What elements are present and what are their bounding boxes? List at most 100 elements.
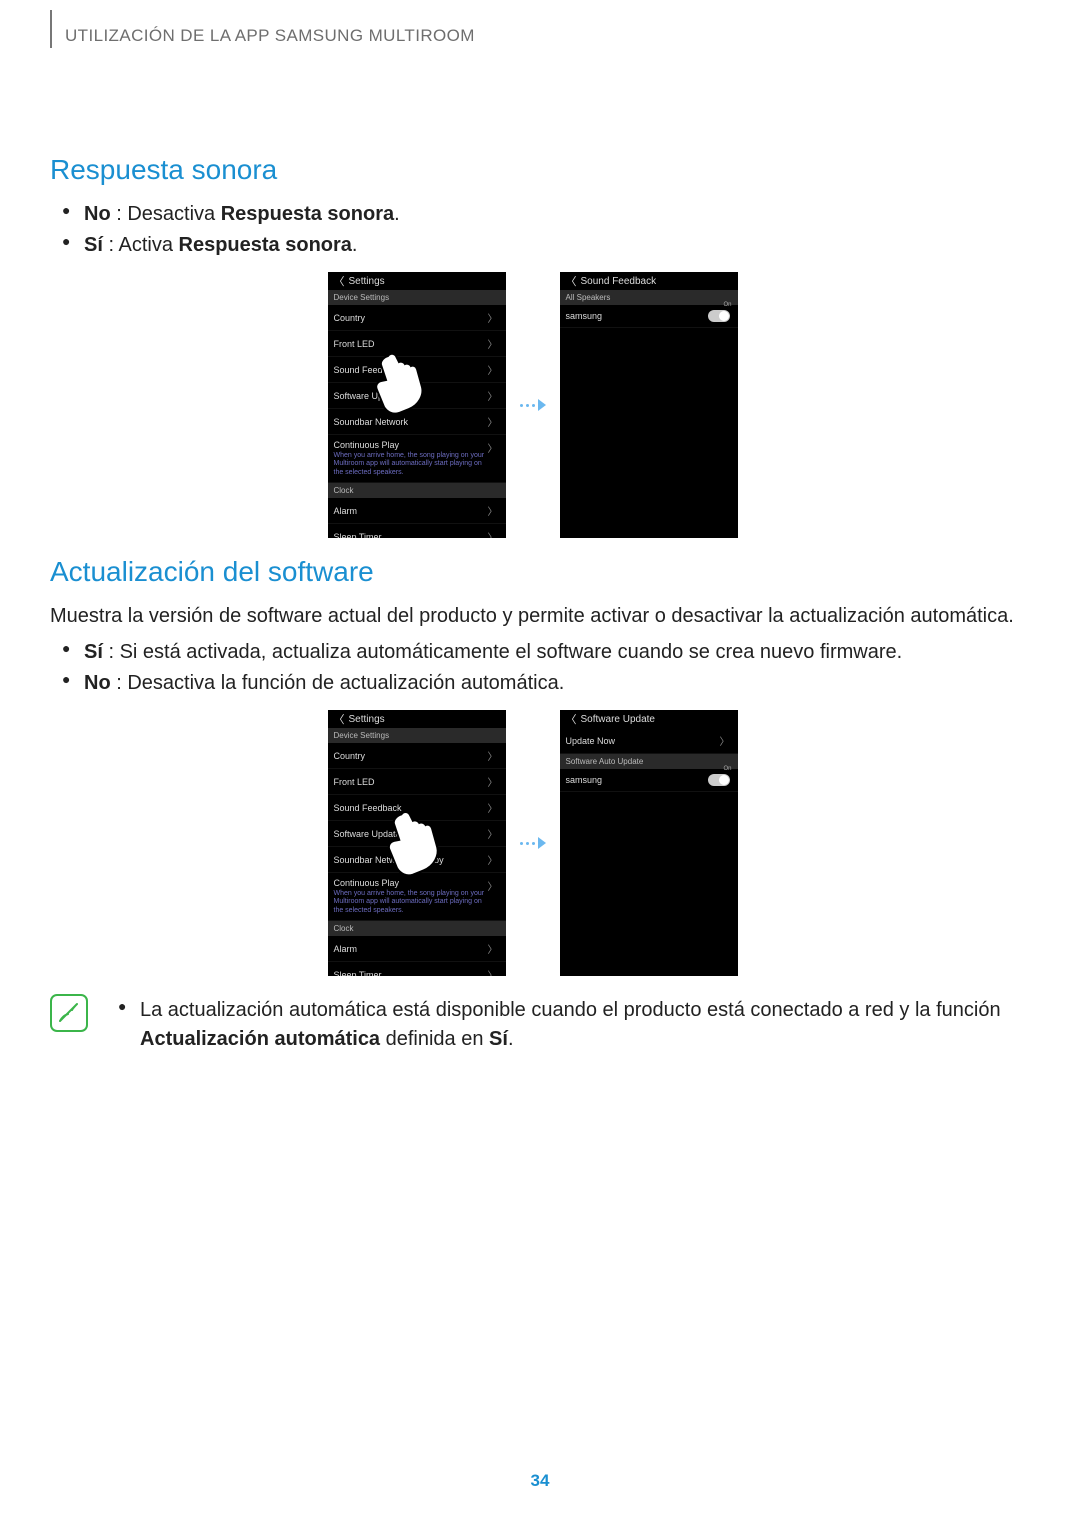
text: :: [111, 203, 128, 225]
phone-sound-feedback: 〈 Sound Feedback All Speakers samsung On: [560, 272, 738, 538]
row-update-now: Update Now〉: [560, 728, 738, 754]
list-item: La actualización automática está disponi…: [106, 996, 1015, 1054]
row-continuous-play: Continuous Play When you arrive home, th…: [328, 435, 506, 483]
chevron-right-icon: 〉: [488, 748, 498, 763]
text-bold: Respuesta sonora: [179, 234, 352, 256]
toggle-on-icon: On: [708, 310, 730, 322]
label-si: Sí: [84, 234, 103, 256]
chevron-left-icon: 〈: [566, 273, 577, 289]
phone-header: 〈 Settings: [328, 710, 506, 728]
heading-sound-feedback: Respuesta sonora: [50, 154, 1015, 186]
figure-software-update: 〈 Settings Device Settings Country〉 Front…: [50, 710, 1015, 976]
breadcrumb: UTILIZACIÓN DE LA APP SAMSUNG MULTIROOM: [65, 26, 475, 46]
chevron-left-icon: 〈: [566, 711, 577, 727]
row-speaker: samsung On: [560, 305, 738, 328]
chevron-right-icon: 〉: [488, 388, 498, 403]
label-si: Sí: [84, 641, 103, 663]
figure-sound-feedback: 〈 Settings Device Settings Country〉 Front…: [50, 272, 1015, 538]
text: .: [394, 203, 400, 225]
arrow-dots-icon: [520, 837, 546, 849]
row-front-led: Front LED〉: [328, 331, 506, 357]
chevron-right-icon: 〉: [488, 967, 498, 976]
phone-section: Clock: [328, 483, 506, 498]
list-item: No : Desactiva Respuesta sonora.: [50, 200, 1015, 229]
phone-header: 〈 Software Update: [560, 710, 738, 728]
row-note: When you arrive home, the song playing o…: [334, 450, 488, 477]
phone-title: Software Update: [581, 714, 656, 725]
page-number: 34: [0, 1471, 1080, 1491]
row-sound-feedback: Sound Feedback〉: [328, 357, 506, 383]
paragraph: Muestra la versión de software actual de…: [50, 602, 1015, 630]
toggle-on-icon: On: [708, 774, 730, 786]
phone-header: 〈 Sound Feedback: [560, 272, 738, 290]
row-alarm: Alarm〉: [328, 498, 506, 524]
phone-settings: 〈 Settings Device Settings Country〉 Front…: [328, 272, 506, 538]
row-sleep-timer: Sleep Timer〉: [328, 524, 506, 538]
chevron-right-icon: 〉: [488, 362, 498, 377]
chevron-right-icon: 〉: [488, 941, 498, 956]
row-note: When you arrive home, the song playing o…: [334, 888, 488, 915]
row-soundbar-network: Soundbar Network〉: [328, 409, 506, 435]
row-alarm: Alarm〉: [328, 936, 506, 962]
chevron-right-icon: 〉: [488, 310, 498, 325]
row-front-led: Front LED〉: [328, 769, 506, 795]
text: La actualización automática está disponi…: [140, 999, 1001, 1021]
row-label: Continuous Play: [334, 878, 488, 888]
text: Si está activada, actualiza automáticame…: [120, 641, 903, 663]
phone-title: Sound Feedback: [581, 276, 657, 287]
phone-title: Settings: [349, 276, 385, 287]
phone-section: All Speakers: [560, 290, 738, 305]
text: .: [352, 234, 358, 256]
chevron-right-icon: 〉: [720, 733, 730, 748]
phone-section: Device Settings: [328, 728, 506, 743]
row-sound-feedback: Sound Feedback〉: [328, 795, 506, 821]
list-item: Sí : Activa Respuesta sonora.: [50, 231, 1015, 260]
phone-settings: 〈 Settings Device Settings Country〉 Front…: [328, 710, 506, 976]
row-software-update: Software Update〉: [328, 383, 506, 409]
chevron-left-icon: 〈: [334, 711, 345, 727]
row-continuous-play: Continuous Play When you arrive home, th…: [328, 873, 506, 921]
phone-section: Software Auto Update: [560, 754, 738, 769]
list-item: Sí : Si está activada, actualiza automát…: [50, 638, 1015, 667]
list-item: No : Desactiva la función de actualizaci…: [50, 669, 1015, 698]
row-country: Country〉: [328, 743, 506, 769]
text: Desactiva la función de actualización au…: [127, 672, 564, 694]
chevron-right-icon: 〉: [488, 878, 498, 893]
text-bold: Actualización automática: [140, 1028, 380, 1050]
chevron-right-icon: 〉: [488, 336, 498, 351]
chevron-right-icon: 〉: [488, 529, 498, 538]
row-software-update: Software Update〉: [328, 821, 506, 847]
phone-section: Clock: [328, 921, 506, 936]
label-no: No: [84, 672, 111, 694]
text-bold: Sí: [489, 1028, 508, 1050]
label-no: No: [84, 203, 111, 225]
phone-title: Settings: [349, 714, 385, 725]
text-bold: Respuesta sonora: [221, 203, 394, 225]
note-icon: [50, 994, 88, 1032]
arrow-dots-icon: [520, 399, 546, 411]
chevron-right-icon: 〉: [488, 826, 498, 841]
phone-section: Device Settings: [328, 290, 506, 305]
chevron-left-icon: 〈: [334, 273, 345, 289]
heading-software-update: Actualización del software: [50, 556, 1015, 588]
chevron-right-icon: 〉: [488, 800, 498, 815]
row-label: Continuous Play: [334, 440, 488, 450]
text: Activa: [118, 234, 178, 256]
chevron-right-icon: 〉: [488, 774, 498, 789]
phone-header: 〈 Settings: [328, 272, 506, 290]
text: :: [103, 641, 120, 663]
row-sleep-timer: Sleep Timer〉: [328, 962, 506, 976]
text: Desactiva: [127, 203, 220, 225]
text: :: [111, 672, 128, 694]
text: .: [508, 1028, 514, 1050]
header-rule: [50, 10, 52, 48]
note-block: La actualización automática está disponi…: [50, 994, 1015, 1056]
row-country: Country〉: [328, 305, 506, 331]
chevron-right-icon: 〉: [488, 852, 498, 867]
row-soundbar-network: Soundbar Network Standby〉: [328, 847, 506, 873]
text: :: [103, 234, 119, 256]
phone-software-update: 〈 Software Update Update Now〉 Software Au…: [560, 710, 738, 976]
row-speaker: samsung On: [560, 769, 738, 792]
chevron-right-icon: 〉: [488, 440, 498, 455]
chevron-right-icon: 〉: [488, 503, 498, 518]
